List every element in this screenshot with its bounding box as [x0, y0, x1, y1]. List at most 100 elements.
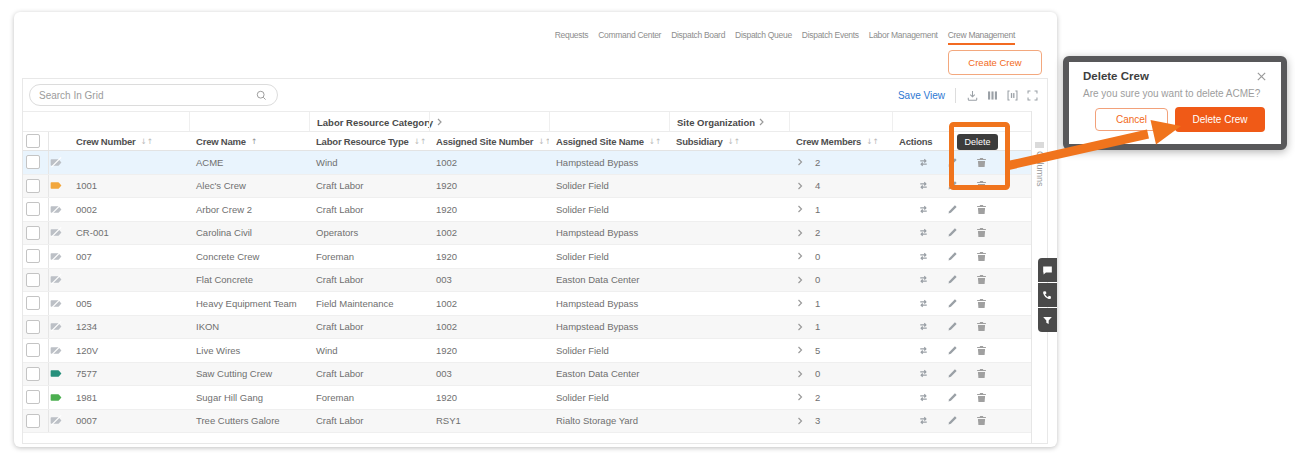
row-checkbox[interactable] — [26, 226, 40, 240]
delete-icon[interactable] — [975, 391, 988, 404]
delete-icon[interactable] — [975, 414, 988, 427]
row-checkbox[interactable] — [26, 249, 40, 263]
delete-icon[interactable] — [975, 203, 988, 216]
column-header-crew-members[interactable]: Crew Members↓↑ — [789, 132, 892, 150]
table-row[interactable]: Flat Concrete Craft Labor 003 Easton Dat… — [23, 269, 1031, 293]
group-header-labor-resource-category[interactable]: Labor Resource Category — [309, 112, 429, 132]
column-header-labor-resource-type[interactable]: Labor Resource Type↓↑ — [309, 132, 429, 150]
row-checkbox[interactable] — [26, 367, 40, 381]
tab-crew-management[interactable]: Crew Management — [948, 30, 1015, 45]
transfer-icon[interactable] — [917, 367, 930, 380]
expand-row-icon[interactable] — [796, 299, 804, 307]
column-header-assigned-site-number[interactable]: Assigned Site Number↓↑ — [429, 132, 549, 150]
table-row[interactable]: 1234 IKON Craft Labor 1002 Hampstead Byp… — [23, 316, 1031, 340]
table-row[interactable]: 7577 Saw Cutting Crew Craft Labor 003 Ea… — [23, 363, 1031, 387]
expand-row-icon[interactable] — [796, 252, 804, 260]
expand-row-icon[interactable] — [796, 158, 804, 166]
transfer-icon[interactable] — [917, 344, 930, 357]
tab-labor-management[interactable]: Labor Management — [869, 30, 938, 45]
table-row[interactable]: 1001 Alec's Crew Craft Labor 1920 Solide… — [23, 175, 1031, 199]
edit-icon[interactable] — [946, 391, 959, 404]
transfer-icon[interactable] — [917, 297, 930, 310]
row-checkbox[interactable] — [26, 155, 40, 169]
expand-row-icon[interactable] — [796, 346, 804, 354]
expand-row-icon[interactable] — [796, 323, 804, 331]
search-input[interactable] — [39, 90, 255, 101]
edit-icon[interactable] — [946, 203, 959, 216]
group-header-site-organization[interactable]: Site Organization — [669, 112, 789, 132]
table-row[interactable]: 005 Heavy Equipment Team Field Maintenan… — [23, 292, 1031, 316]
transfer-icon[interactable] — [917, 203, 930, 216]
row-checkbox[interactable] — [26, 273, 40, 287]
sort-icon[interactable]: ↑ — [251, 137, 257, 146]
delete-icon[interactable] — [975, 320, 988, 333]
sort-icon[interactable]: ↓↑ — [866, 137, 879, 146]
tab-requests[interactable]: Requests — [555, 30, 589, 45]
columns-icon[interactable] — [986, 89, 999, 102]
expand-row-icon[interactable] — [796, 417, 804, 425]
transfer-icon[interactable] — [917, 273, 930, 286]
column-header-assigned-site-name[interactable]: Assigned Site Name↓↑ — [549, 132, 669, 150]
delete-crew-confirm-button[interactable]: Delete Crew — [1175, 107, 1265, 132]
transfer-icon[interactable] — [917, 320, 930, 333]
sort-icon[interactable]: ↓↑ — [414, 137, 427, 146]
delete-icon[interactable] — [975, 344, 988, 357]
row-checkbox[interactable] — [26, 179, 40, 193]
delete-icon[interactable] — [975, 367, 988, 380]
row-checkbox[interactable] — [26, 320, 40, 334]
edit-icon[interactable] — [946, 297, 959, 310]
tab-dispatch-events[interactable]: Dispatch Events — [802, 30, 859, 45]
delete-icon[interactable] — [975, 156, 988, 169]
row-checkbox[interactable] — [26, 296, 40, 310]
table-row[interactable]: 120V Live Wires Wind 1920 Solider Field … — [23, 339, 1031, 363]
delete-icon[interactable] — [975, 179, 988, 192]
tab-command-center[interactable]: Command Center — [598, 30, 661, 45]
transfer-icon[interactable] — [917, 414, 930, 427]
download-icon[interactable] — [966, 89, 979, 102]
edit-icon[interactable] — [946, 320, 959, 333]
row-checkbox[interactable] — [26, 390, 40, 404]
edit-icon[interactable] — [946, 179, 959, 192]
row-checkbox[interactable] — [26, 202, 40, 216]
delete-icon[interactable] — [975, 250, 988, 263]
fullscreen-icon[interactable] — [1026, 89, 1039, 102]
edit-icon[interactable] — [946, 367, 959, 380]
row-checkbox[interactable] — [26, 414, 40, 428]
table-row[interactable]: 0002 Arbor Crew 2 Craft Labor 1920 Solid… — [23, 198, 1031, 222]
edit-icon[interactable] — [946, 273, 959, 286]
table-row[interactable]: CR-001 Carolina Civil Operators 1002 Ham… — [23, 222, 1031, 246]
sort-icon[interactable]: ↓↑ — [141, 137, 154, 146]
close-icon[interactable] — [1256, 71, 1267, 82]
row-checkbox[interactable] — [26, 343, 40, 357]
expand-row-icon[interactable] — [796, 393, 804, 401]
delete-icon[interactable] — [975, 226, 988, 239]
fit-to-screen-icon[interactable] — [1006, 89, 1019, 102]
table-row[interactable]: 007 Concrete Crew Foreman 1920 Solider F… — [23, 245, 1031, 269]
tab-dispatch-board[interactable]: Dispatch Board — [671, 30, 725, 45]
create-crew-button[interactable]: Create Crew — [948, 50, 1042, 75]
delete-icon[interactable] — [975, 297, 988, 310]
table-row[interactable]: ACME Wind 1002 Hampstead Bypass 2 — [23, 151, 1031, 175]
table-row[interactable]: 1981 Sugar Hill Gang Foreman 1920 Solide… — [23, 386, 1031, 410]
expand-row-icon[interactable] — [796, 370, 804, 378]
transfer-icon[interactable] — [917, 226, 930, 239]
delete-icon[interactable] — [975, 273, 988, 286]
edit-icon[interactable] — [946, 226, 959, 239]
transfer-icon[interactable] — [917, 179, 930, 192]
edit-icon[interactable] — [946, 414, 959, 427]
save-view-link[interactable]: Save View — [898, 90, 945, 101]
select-all-checkbox[interactable] — [26, 134, 40, 148]
transfer-icon[interactable] — [917, 391, 930, 404]
edit-icon[interactable] — [946, 250, 959, 263]
edit-icon[interactable] — [946, 156, 959, 169]
edit-icon[interactable] — [946, 344, 959, 357]
table-row[interactable]: 0007 Tree Cutters Galore Craft Labor RSY… — [23, 410, 1031, 434]
tab-dispatch-queue[interactable]: Dispatch Queue — [735, 30, 792, 45]
expand-row-icon[interactable] — [796, 229, 804, 237]
transfer-icon[interactable] — [917, 250, 930, 263]
cancel-button[interactable]: Cancel — [1095, 108, 1168, 131]
column-header-subsidiary[interactable]: Subsidiary↓↑ — [669, 132, 789, 150]
sort-icon[interactable]: ↓↑ — [728, 137, 741, 146]
sort-icon[interactable]: ↓↑ — [649, 137, 662, 146]
filter-button[interactable] — [1038, 308, 1057, 332]
